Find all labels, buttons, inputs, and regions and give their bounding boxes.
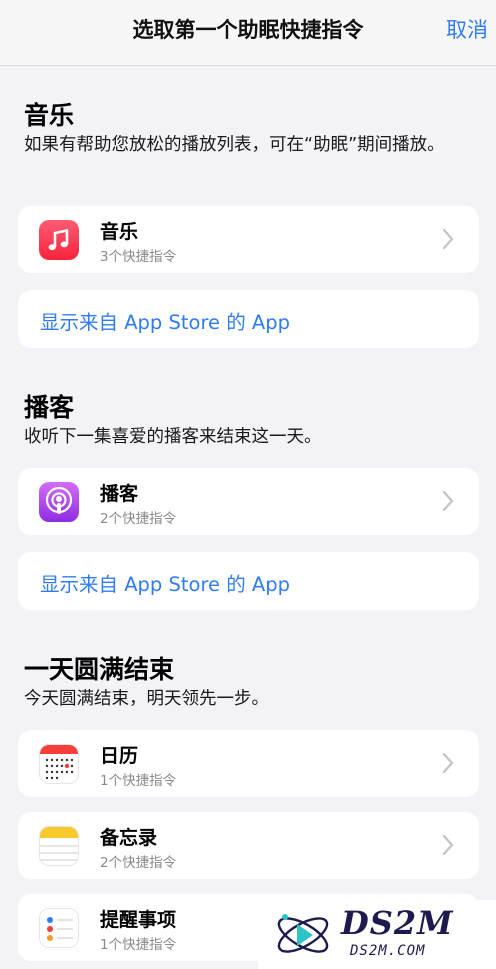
show-app-store-link-podcasts[interactable]: 显示来自 App Store 的 App [18,552,479,610]
calendar-app-icon [39,744,79,784]
atom-logo-icon [277,914,329,953]
app-name: 备忘录 [100,827,158,849]
reminders-app-icon [39,908,79,948]
app-row-notes[interactable]: 备忘录 2个快捷指令 [18,812,479,879]
podcast-app-icon [39,482,79,522]
chevron-right-icon [442,834,454,856]
app-name: 音乐 [100,221,139,243]
music-app-icon [39,220,79,260]
section-desc-podcasts: 收听下一集喜爱的播客来结束这一天。 [24,427,322,447]
shortcut-count: 2个快捷指令 [100,511,177,527]
nav-bar: 选取第一个助眠快捷指令 取消 [0,0,496,66]
section-desc-music: 如果有帮助您放松的播放列表，可在“助眠”期间播放。 [24,135,445,155]
link-label: 显示来自 App Store 的 App [40,573,291,596]
app-row-calendar[interactable]: 日历 1个快捷指令 [18,730,479,797]
chevron-right-icon [442,752,454,774]
link-label: 显示来自 App Store 的 App [40,311,291,334]
watermark-brand: DS2M [341,904,454,942]
notes-app-icon [39,826,79,866]
section-title-music: 音乐 [24,101,75,130]
app-name: 日历 [100,745,139,767]
chevron-right-icon [442,228,454,250]
watermark: DS2M DS2M.COM [258,900,496,969]
app-name: 播客 [100,483,139,505]
app-row-podcasts[interactable]: 播客 2个快捷指令 [18,468,479,535]
chevron-right-icon [442,490,454,512]
app-row-music[interactable]: 音乐 3个快捷指令 [18,206,479,273]
shortcut-count: 3个快捷指令 [100,249,177,265]
shortcut-count: 2个快捷指令 [100,855,177,871]
show-app-store-link-music[interactable]: 显示来自 App Store 的 App [18,290,479,348]
section-title-podcasts: 播客 [24,393,75,422]
section-title-wind-down: 一天圆满结束 [24,655,175,684]
app-name: 提醒事项 [100,909,177,931]
page-title: 选取第一个助眠快捷指令 [132,18,364,42]
watermark-domain: DS2M.COM [350,943,426,959]
cancel-button[interactable]: 取消 [446,14,488,44]
shortcut-count: 1个快捷指令 [100,937,177,953]
section-desc-wind-down: 今天圆满结束，明天领先一步。 [24,689,269,709]
shortcut-count: 1个快捷指令 [100,773,177,789]
